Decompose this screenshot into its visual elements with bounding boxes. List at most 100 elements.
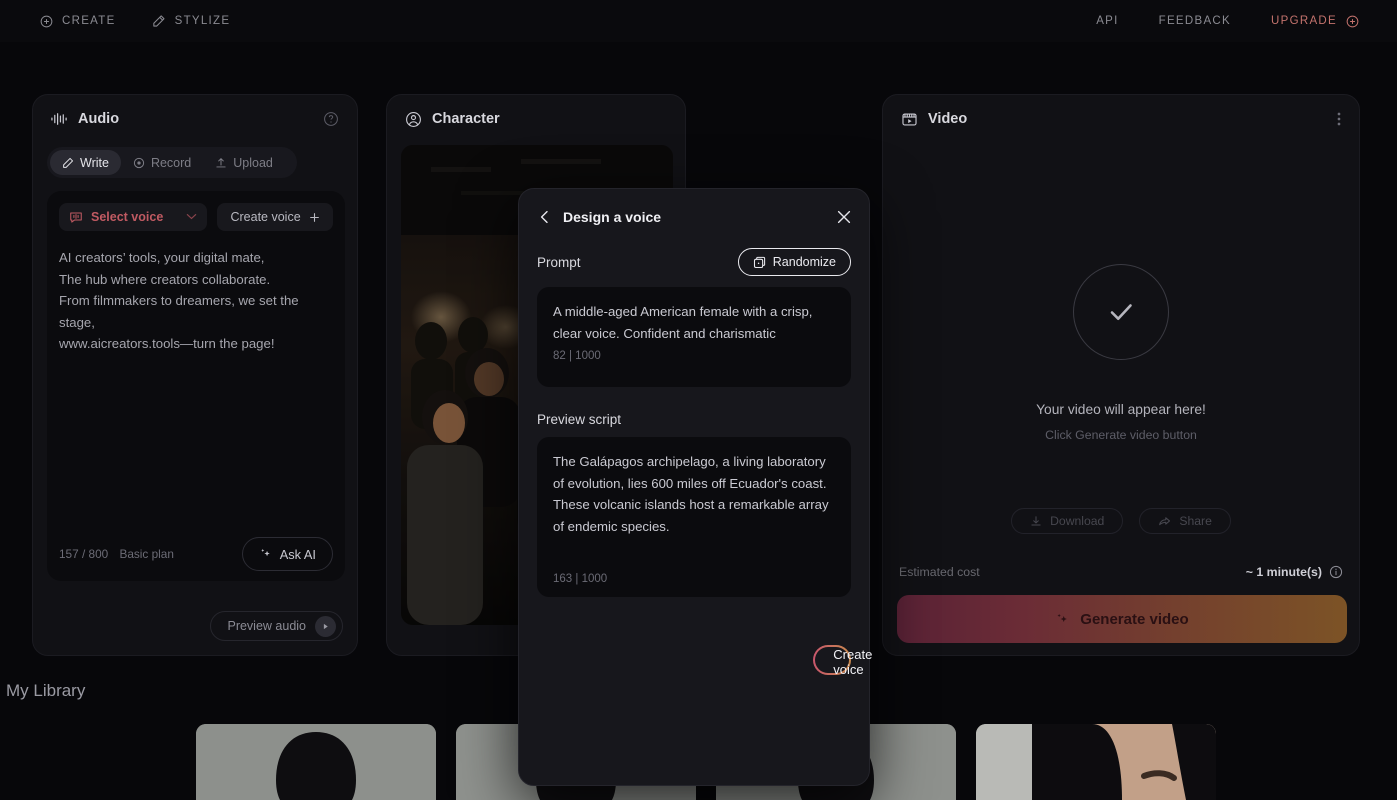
video-panel-title: Video [928,111,968,127]
modal-create-voice-label: Create voice [833,647,873,678]
character-panel-header: Character [387,95,685,143]
audio-editor-footer: 157 / 800 Basic plan Ask AI [59,537,333,571]
nav-upgrade-button[interactable]: UPGRADE [1271,15,1359,28]
download-button[interactable]: Download [1011,508,1124,534]
library-item[interactable] [196,724,436,800]
prompt-char-counter: 82 | 1000 [553,350,601,362]
nav-stylize-label: STYLIZE [174,15,231,27]
sparkle-icon [259,547,273,561]
select-voice-dropdown[interactable]: Select voice [59,203,208,231]
preview-audio-button[interactable]: Preview audio [210,611,343,641]
library-item[interactable] [976,724,1216,800]
ask-ai-button[interactable]: Ask AI [241,537,333,571]
modal-title: Design a voice [563,209,662,225]
create-voice-label: Create voice [230,210,301,224]
chevron-left-icon[interactable] [537,209,553,225]
top-navigation-bar: CREATE STYLIZE API FEEDBACK UPGRADE [0,0,1397,42]
prompt-text: A middle-aged American female with a cri… [553,304,813,341]
play-icon [315,615,336,637]
ask-ai-label: Ask AI [279,546,316,562]
preview-script-label-row: Preview script [519,387,869,429]
estimated-cost-row: Estimated cost ~ 1 minute(s) [899,565,1343,579]
tab-record-label: Record [150,155,192,170]
create-voice-button[interactable]: Create voice [217,203,333,231]
tab-upload-label: Upload [233,155,273,170]
audio-panel-header-actions [323,111,339,127]
preview-script-textarea[interactable]: The Galápagos archipelago, a living labo… [537,437,851,597]
nav-create-label: CREATE [62,15,116,27]
nav-upgrade-label: UPGRADE [1271,15,1337,27]
generate-video-label: Generate video [1080,610,1189,628]
nav-api-link[interactable]: API [1096,15,1118,27]
randomize-button[interactable]: Randomize [737,248,851,276]
select-voice-label: Select voice [91,210,164,224]
audio-plan-badge: Basic plan [119,547,174,561]
audio-panel: Audio Write Record Upload Select voice C… [32,94,358,656]
design-voice-modal: Design a voice Prompt Randomize A middle… [518,188,872,786]
record-dot-icon [133,157,145,169]
tab-write[interactable]: Write [50,150,121,175]
estimated-time-value: ~ 1 minute(s) [1245,565,1322,579]
info-circle-icon[interactable] [1329,565,1343,579]
audio-script-editor: Select voice Create voice AI creators’ t… [47,191,345,581]
modal-header: Design a voice [519,189,869,245]
audio-char-counter: 157 / 800 Basic plan [59,547,174,561]
randomize-label: Randomize [772,255,836,269]
preview-audio-label: Preview audio [227,619,306,633]
portrait-thumbnail [196,724,436,800]
library-title: My Library [6,681,86,700]
plus-circle-icon [1346,15,1359,28]
video-panel-header: Video [883,95,1359,143]
preview-script-char-counter: 163 | 1000 [553,573,608,585]
waveform-icon [51,112,68,126]
video-clapper-icon [901,111,918,128]
magic-wand-icon [152,14,166,28]
question-circle-icon[interactable] [323,111,339,127]
panels-row: Audio Write Record Upload Select voice C… [0,94,1397,786]
video-placeholder-title: Your video will appear here! [1036,402,1206,417]
estimated-time-group: ~ 1 minute(s) [1246,565,1343,579]
modal-create-voice-label-wrap: Create voice [815,647,872,677]
tab-upload[interactable]: Upload [203,150,285,175]
video-panel: Video Your video will appear here! Click… [882,94,1360,656]
share-label: Share [1179,514,1212,528]
upload-icon [215,157,227,169]
audio-mode-tabs: Write Record Upload [47,147,297,178]
prompt-label-row: Prompt Randomize [519,245,869,279]
chevron-down-icon [186,212,197,223]
app-root: CREATE STYLIZE API FEEDBACK UPGRADE Audi… [0,0,1397,800]
audio-panel-title: Audio [78,111,120,127]
video-placeholder-area: Your video will appear here! Click Gener… [883,143,1359,563]
estimated-cost-label: Estimated cost [899,565,980,579]
modal-create-voice-button[interactable]: Create voice [813,645,872,677]
kebab-menu-icon[interactable] [1337,111,1341,127]
audio-script-text[interactable]: AI creators’ tools, your digital mate, T… [59,247,333,355]
prompt-textarea[interactable]: A middle-aged American female with a cri… [537,287,851,387]
prompt-label: Prompt [537,254,581,270]
voice-controls-row: Select voice Create voice [59,203,333,231]
share-button[interactable]: Share [1139,508,1231,534]
preview-script-label: Preview script [537,412,622,427]
video-placeholder-subtitle: Click Generate video button [1045,428,1197,442]
sparkle-icon [1055,612,1070,627]
user-circle-icon [405,111,422,128]
nav-feedback-link[interactable]: FEEDBACK [1159,15,1231,27]
dice-icon [753,256,766,269]
download-icon [1030,515,1042,527]
nav-create-button[interactable]: CREATE [40,15,116,28]
plus-circle-icon [40,15,53,28]
audio-counter-value: 157 / 800 [59,547,109,561]
check-circle-icon [1073,264,1169,360]
character-panel-title: Character [432,111,500,127]
video-action-buttons: Download Share [883,508,1359,534]
generate-video-button[interactable]: Generate video [897,595,1347,643]
close-icon[interactable] [835,208,853,226]
voice-bubble-icon [69,210,83,224]
pencil-icon [62,157,74,169]
share-icon [1158,515,1171,528]
tab-record[interactable]: Record [121,150,203,175]
plus-icon [309,212,320,223]
top-nav-right-group: API FEEDBACK UPGRADE [1096,15,1359,28]
nav-stylize-button[interactable]: STYLIZE [152,14,231,28]
portrait-thumbnail [976,724,1216,800]
